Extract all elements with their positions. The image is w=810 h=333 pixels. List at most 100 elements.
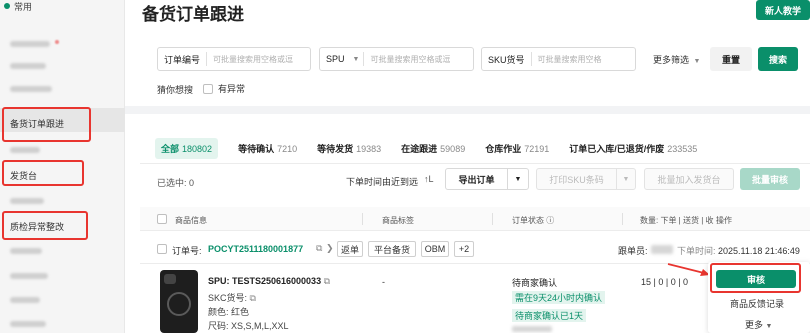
sidebar-item-blurred[interactable] xyxy=(10,147,40,153)
print-sku-button[interactable]: 打印SKU条码 ▼ xyxy=(536,168,636,190)
tabs-divider xyxy=(140,163,810,164)
copy-icon[interactable]: ⧉ xyxy=(250,293,256,303)
feedback-record-link[interactable]: 商品反馈记录 xyxy=(730,297,784,310)
tab-all[interactable]: 全部 180802 xyxy=(155,137,219,159)
select-all-checkbox[interactable] xyxy=(157,214,167,224)
chevron-down-icon[interactable]: ▼ xyxy=(508,176,528,183)
header-tags: 商品标签 xyxy=(382,216,414,225)
sort-label[interactable]: 下单时间由近到远 xyxy=(346,175,418,188)
tab-label: 等待确认 xyxy=(238,143,275,154)
highlight-box xyxy=(710,263,801,293)
follower-label: 跟单员: xyxy=(618,246,648,256)
sidebar-item-blurred[interactable] xyxy=(10,273,48,279)
common-icon xyxy=(4,3,10,9)
chevron-right-icon[interactable]: ❯ xyxy=(326,243,334,254)
spu-input[interactable]: 可批量搜索用空格或逗 xyxy=(364,54,450,65)
reset-button[interactable]: 重置 xyxy=(710,47,752,71)
sidebar-item-blurred[interactable] xyxy=(10,321,46,327)
order-time-label: 下单时间: xyxy=(677,246,716,256)
sidebar-item-blurred[interactable] xyxy=(10,198,44,204)
order-tag: 平台备货 xyxy=(368,241,416,257)
sku-label: SKU货号 xyxy=(488,54,525,65)
header-divider xyxy=(362,213,363,225)
status-detail-blurred xyxy=(512,326,552,332)
header-action: 操作 xyxy=(716,216,732,225)
product-image[interactable] xyxy=(160,270,198,333)
export-orders-label: 导出订单 xyxy=(458,174,495,185)
copy-icon[interactable]: ⧉ xyxy=(316,243,322,254)
tab-count: 7210 xyxy=(277,143,298,154)
guess-search-label[interactable]: 猜你想搜 xyxy=(157,83,193,96)
sidebar-item-blurred[interactable] xyxy=(10,41,50,47)
highlight-box xyxy=(2,160,84,186)
order-number-field[interactable]: 订单编号 可批量搜索用空格或逗 xyxy=(157,47,311,71)
status-tabs: 全部 180802 等待确认 7210 等待发货 19383 在途跟进 59089 仓库… xyxy=(155,137,717,159)
tab-label: 仓库作业 xyxy=(485,143,522,154)
search-button[interactable]: 搜索 xyxy=(758,47,798,71)
product-skc: SKC货号: ⧉ xyxy=(208,291,256,304)
abnormal-label: 有异常 xyxy=(218,84,246,94)
tab-pending-confirm[interactable]: 等待确认 7210 xyxy=(238,142,297,155)
order-number-input[interactable]: 可批量搜索用空格或逗 xyxy=(207,54,293,65)
order-checkbox[interactable] xyxy=(157,244,167,254)
checkbox-icon[interactable] xyxy=(203,83,213,94)
product-spu-text: SPU: TESTS250616000033 xyxy=(208,276,322,286)
spu-label: SPU xyxy=(326,54,345,64)
order-number-label: 订单号: xyxy=(172,246,202,256)
sidebar-item-blurred[interactable] xyxy=(10,297,40,303)
tab-completed[interactable]: 订单已入库/已退货/作废 233535 xyxy=(569,142,697,155)
order-tag-more[interactable]: +2 xyxy=(454,241,474,257)
batch-add-shipping-button[interactable]: 批量加入发货台 xyxy=(644,168,734,190)
sku-field[interactable]: SKU货号 可批量搜索用空格 xyxy=(481,47,636,71)
tab-warehouse[interactable]: 仓库作业 72191 xyxy=(485,142,549,155)
chevron-down-icon[interactable]: ▼ xyxy=(617,176,635,183)
sidebar-item-blurred[interactable] xyxy=(10,248,42,254)
tab-label: 等待发货 xyxy=(317,143,354,154)
abnormal-checkbox[interactable]: 有异常 xyxy=(203,82,245,95)
tutorial-button[interactable]: 新人教学 xyxy=(756,0,810,20)
spu-field[interactable]: SPU ▼ 可批量搜索用空格或逗 xyxy=(319,47,474,71)
more-filters-label: 更多筛选 xyxy=(653,55,690,65)
product-size: 尺码: XS,S,M,L,XXL xyxy=(208,321,289,331)
annotation-arrow-icon xyxy=(667,263,710,276)
tab-count: 19383 xyxy=(356,143,382,154)
ring-graphic xyxy=(167,292,191,316)
tab-count: 72191 xyxy=(524,143,550,154)
notification-dot-icon xyxy=(55,40,59,44)
more-filters-button[interactable]: 更多筛选 ▼ xyxy=(653,53,700,66)
selected-count: 已选中: 0 xyxy=(157,178,195,188)
follower-name-blurred xyxy=(651,245,673,254)
page-title: 备货订单跟进 xyxy=(142,5,244,24)
order-header-row: 订单号: POCYT2511180001877 ⧉ ❯ 返单 平台备货 OBM … xyxy=(140,238,810,262)
batch-review-button[interactable]: 批量审核 xyxy=(740,168,800,190)
order-time: 下单时间: 2025.11.18 21:46:49 xyxy=(677,244,800,257)
product-color: 颜色: 红色 xyxy=(208,307,250,317)
tab-pending-ship[interactable]: 等待发货 19383 xyxy=(317,142,381,155)
more-actions-button[interactable]: 更多 ▼ xyxy=(745,318,772,331)
order-status: 待商家确认 xyxy=(512,278,558,288)
chevron-down-icon: ▼ xyxy=(765,323,773,330)
chevron-down-icon[interactable]: ▼ xyxy=(353,56,360,63)
camera-graphic xyxy=(164,274,176,284)
sort-icon[interactable]: ↑L xyxy=(424,174,434,184)
order-number-link[interactable]: POCYT2511180001877 xyxy=(208,244,303,254)
section-divider xyxy=(125,106,810,114)
print-sku-label: 打印SKU条码 xyxy=(549,174,604,185)
header-product: 商品信息 xyxy=(175,216,207,225)
sidebar-item-blurred[interactable] xyxy=(10,86,52,92)
header-divider xyxy=(492,213,493,225)
highlight-box xyxy=(2,107,91,142)
product-tag-value: - xyxy=(382,277,385,287)
tab-count: 59089 xyxy=(440,143,466,154)
tab-count: 180802 xyxy=(182,143,213,154)
product-spu: SPU: TESTS250616000033 ⧉ xyxy=(208,276,330,287)
export-orders-button[interactable]: 导出订单 ▼ xyxy=(445,168,529,190)
sku-input[interactable]: 可批量搜索用空格 xyxy=(532,54,602,65)
sidebar-item-blurred[interactable] xyxy=(10,63,46,69)
tab-in-transit[interactable]: 在途跟进 59089 xyxy=(401,142,465,155)
copy-icon[interactable]: ⧉ xyxy=(324,276,330,286)
chevron-down-icon: ▼ xyxy=(693,58,701,65)
order-quantity: 15 | 0 | 0 | 0 xyxy=(641,277,689,287)
sidebar-common-section[interactable]: 常用 xyxy=(4,0,32,12)
product-skc-label: SKC货号: xyxy=(208,293,248,303)
